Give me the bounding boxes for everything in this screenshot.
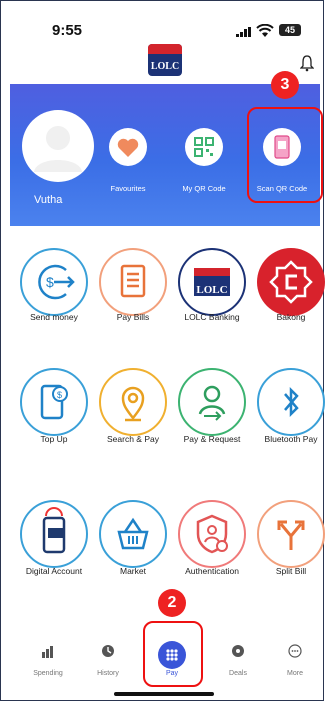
favourites-label: Favourites bbox=[110, 184, 146, 193]
bluetooth-pay-label: Bluetooth Pay bbox=[264, 434, 318, 444]
pay-request-button[interactable] bbox=[178, 368, 246, 436]
nav-more-label: More bbox=[287, 670, 303, 677]
split-bill-label: Split Bill bbox=[275, 566, 307, 576]
nav-spending[interactable] bbox=[28, 644, 68, 663]
send-money-icon: $ bbox=[38, 264, 75, 300]
status-bar: 9:55 45 bbox=[0, 0, 326, 42]
location-pin-icon bbox=[121, 386, 145, 422]
bakong-icon bbox=[269, 260, 313, 304]
top-up-icon: $ bbox=[40, 384, 68, 420]
signal-icon bbox=[236, 27, 251, 37]
history-icon bbox=[102, 645, 114, 657]
grid-icon bbox=[166, 649, 178, 661]
digital-account-label: Digital Account bbox=[25, 566, 83, 576]
svg-text:$: $ bbox=[57, 390, 62, 400]
pay-bills-button[interactable] bbox=[99, 248, 167, 316]
bakong-button[interactable] bbox=[257, 248, 325, 316]
nav-deals[interactable] bbox=[218, 644, 258, 663]
digital-account-button[interactable] bbox=[20, 500, 88, 568]
bill-icon bbox=[120, 264, 146, 298]
step-3-badge: 3 bbox=[271, 71, 299, 99]
home-indicator bbox=[114, 692, 214, 696]
battery-icon: 45 bbox=[279, 24, 301, 36]
my-qr-code-label: My QR Code bbox=[182, 184, 226, 193]
bar-chart-icon bbox=[42, 646, 53, 658]
nav-more[interactable] bbox=[275, 644, 315, 663]
favourites-button[interactable] bbox=[109, 128, 147, 166]
nav-history[interactable] bbox=[88, 644, 128, 663]
bakong-label: Bakong bbox=[276, 312, 306, 322]
svg-text:$: $ bbox=[46, 274, 54, 290]
avatar[interactable] bbox=[22, 110, 94, 182]
market-button[interactable] bbox=[99, 500, 167, 568]
nav-pay-label: Pay bbox=[165, 670, 179, 677]
authentication-button[interactable] bbox=[178, 500, 246, 568]
shield-user-icon bbox=[196, 514, 228, 554]
authentication-label: Authentication bbox=[185, 566, 239, 576]
lolc-logo: LOLC bbox=[148, 44, 182, 76]
top-up-label: Top Up bbox=[40, 434, 68, 444]
search-pay-button[interactable] bbox=[99, 368, 167, 436]
lolc-banking-label: LOLC Banking bbox=[184, 312, 240, 322]
search-pay-label: Search & Pay bbox=[107, 434, 159, 444]
nav-history-label: History bbox=[97, 670, 119, 677]
qr-code-icon bbox=[194, 137, 214, 157]
user-transfer-icon bbox=[198, 385, 226, 421]
nav-pay[interactable] bbox=[158, 641, 186, 669]
step-3-highlight bbox=[247, 107, 323, 203]
nav-spending-label: Spending bbox=[33, 670, 63, 677]
basket-icon bbox=[117, 517, 149, 550]
more-icon bbox=[288, 644, 302, 658]
step-2-badge: 2 bbox=[158, 589, 186, 617]
status-time: 9:55 bbox=[52, 22, 83, 39]
wifi-icon bbox=[256, 24, 274, 37]
lolc-banking-button[interactable]: LOLC bbox=[178, 248, 246, 316]
pay-bills-label: Pay Bills bbox=[116, 312, 150, 322]
split-arrow-icon bbox=[277, 520, 305, 550]
deals-icon bbox=[232, 645, 244, 657]
bell-icon[interactable] bbox=[300, 54, 314, 72]
market-label: Market bbox=[120, 566, 146, 576]
send-money-button[interactable]: $ bbox=[20, 248, 88, 316]
my-qr-code-button[interactable] bbox=[185, 128, 223, 166]
pay-request-label: Pay & Request bbox=[183, 434, 241, 444]
send-money-label: Send money bbox=[30, 312, 78, 322]
bluetooth-pay-button[interactable] bbox=[257, 368, 325, 436]
heart-icon bbox=[117, 138, 139, 157]
user-name: Vutha bbox=[34, 194, 63, 206]
digital-account-icon bbox=[42, 507, 66, 554]
nav-deals-label: Deals bbox=[229, 670, 247, 677]
top-up-button[interactable]: $ bbox=[20, 368, 88, 436]
bluetooth-icon bbox=[284, 386, 299, 418]
split-bill-button[interactable] bbox=[257, 500, 325, 568]
lolc-logo-icon bbox=[194, 268, 230, 296]
